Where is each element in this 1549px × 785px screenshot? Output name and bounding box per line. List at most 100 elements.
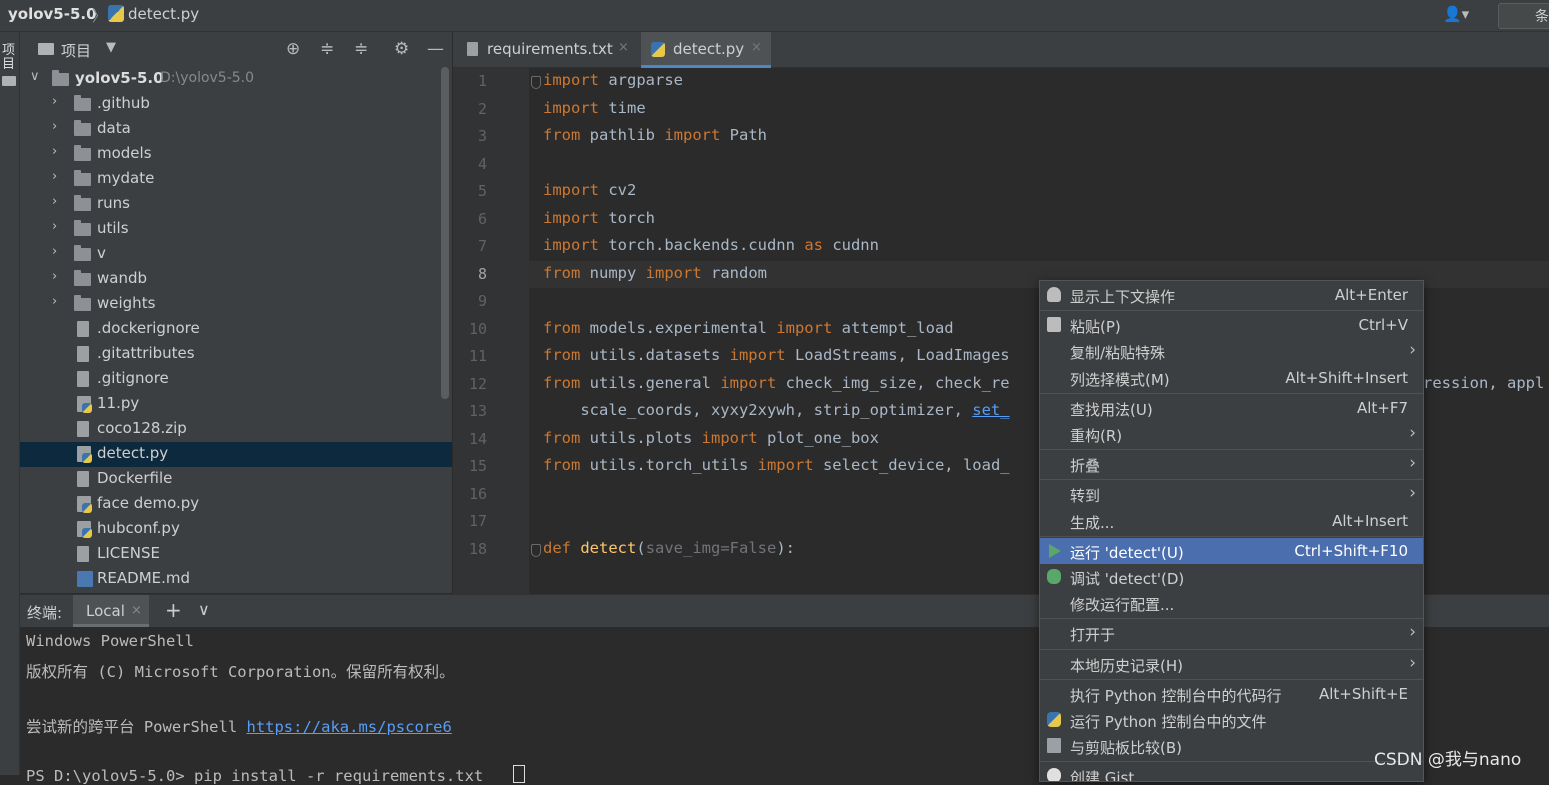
menu-item[interactable]: 重构(R) ›	[1040, 421, 1423, 447]
project-scrollbar[interactable]	[441, 67, 449, 399]
terminal-link[interactable]: https://aka.ms/pscore6	[246, 718, 451, 736]
tree-item[interactable]: ∨ yolov5-5.0 D:\yolov5-5.0	[20, 67, 452, 92]
menu-item[interactable]: 生成... Alt+Insert	[1040, 508, 1423, 534]
collapse-all-icon[interactable]: ≑	[354, 39, 368, 59]
locate-file-icon[interactable]: ⊕	[286, 39, 300, 59]
tree-item[interactable]: › wandb	[20, 267, 452, 292]
file-icon	[77, 546, 89, 562]
tree-item[interactable]: › data	[20, 117, 452, 142]
terminal-line: 尝试新的跨平台 PowerShell https://aka.ms/pscore…	[26, 715, 452, 737]
hide-panel-icon[interactable]: —	[427, 39, 444, 59]
chevron-right-icon[interactable]: ›	[52, 144, 57, 159]
tree-item[interactable]: LICENSE	[20, 542, 452, 567]
close-icon[interactable]: ×	[751, 40, 762, 55]
tree-item[interactable]: 11.py	[20, 392, 452, 417]
code-line: import torch.backends.cudnn as cudnn	[543, 236, 879, 254]
chevron-right-icon[interactable]: ›	[52, 244, 57, 259]
chevron-right-icon[interactable]: ›	[52, 294, 57, 309]
tree-item[interactable]: face demo.py	[20, 492, 452, 517]
tree-item[interactable]: Dockerfile	[20, 467, 452, 492]
terminal-prompt: PS D:\yolov5-5.0> pip install -r require…	[26, 767, 484, 785]
tree-item[interactable]: › weights	[20, 292, 452, 317]
tree-item-label: utils	[97, 219, 129, 237]
chevron-right-icon[interactable]: ›	[52, 94, 57, 109]
project-panel-title[interactable]: 项目	[61, 40, 91, 61]
chevron-right-icon[interactable]: ›	[52, 269, 57, 284]
menu-separator	[1040, 535, 1423, 537]
menu-item[interactable]: 复制/粘贴特殊 ›	[1040, 338, 1423, 364]
context-menu: 显示上下文操作 Alt+Enter 粘贴(P) Ctrl+V 复制/粘贴特殊 › 列选择模式…	[1039, 280, 1424, 782]
menu-item[interactable]: 修改运行配置...	[1040, 590, 1423, 616]
line-number: 9	[477, 292, 487, 310]
breadcrumb-project[interactable]: yolov5-5.0	[8, 5, 97, 23]
tab-detect[interactable]: detect.py ×	[641, 32, 771, 68]
tree-item[interactable]: .gitattributes	[20, 342, 452, 367]
tree-item[interactable]: › runs	[20, 192, 452, 217]
folder-icon	[74, 145, 91, 161]
close-icon[interactable]: ×	[618, 40, 629, 55]
user-menu-icon[interactable]: 👤▾	[1443, 5, 1469, 23]
terminal-line: Windows PowerShell	[26, 632, 194, 650]
tab-label: requirements.txt	[487, 40, 613, 58]
tool-window-strip: 项目	[0, 32, 20, 775]
menu-item[interactable]: 转到 ›	[1040, 481, 1423, 507]
line-number: 18	[468, 539, 487, 558]
code-line: from utils.general import check_img_size…	[543, 373, 1010, 392]
chevron-down-icon[interactable]: ∨	[30, 69, 40, 84]
menu-item[interactable]: 调试 'detect'(D)	[1040, 564, 1423, 590]
menu-item-label: 修改运行配置...	[1070, 596, 1175, 615]
tree-item[interactable]: .gitignore	[20, 367, 452, 392]
code-line: from models.experimental import attempt_…	[543, 318, 954, 337]
chevron-right-icon[interactable]: ›	[52, 119, 57, 134]
new-terminal-icon[interactable]: +	[165, 598, 182, 622]
tree-item[interactable]: README.md	[20, 567, 452, 592]
close-icon[interactable]: ×	[131, 603, 142, 618]
chevron-down-icon[interactable]: ∨	[198, 600, 210, 619]
fold-marker-icon[interactable]	[531, 76, 541, 89]
terminal-tab-local[interactable]: Local ×	[73, 595, 149, 627]
project-tool-button[interactable]: 项目	[2, 44, 17, 72]
menu-item-shortcut: Alt+Enter	[1334, 286, 1408, 304]
menu-item[interactable]: 显示上下文操作 Alt+Enter	[1040, 282, 1423, 308]
line-number: 10	[468, 319, 487, 338]
menu-item[interactable]: 创建 Gist...	[1040, 763, 1423, 781]
menu-item[interactable]: 查找用法(U) Alt+F7	[1040, 395, 1423, 421]
menu-item[interactable]: 运行 'detect'(U) Ctrl+Shift+F10	[1040, 537, 1423, 564]
menu-item-label: 执行 Python 控制台中的代码行	[1070, 686, 1282, 705]
code-line: from utils.torch_utils import select_dev…	[543, 456, 1010, 474]
menu-item-shortcut: Alt+Shift+Insert	[1285, 368, 1408, 387]
tab-requirements[interactable]: requirements.txt ×	[453, 32, 637, 66]
line-number: 17	[468, 512, 487, 530]
chevron-right-icon[interactable]: ›	[52, 219, 57, 234]
menu-item[interactable]: 执行 Python 控制台中的代码行 Alt+Shift+E	[1040, 681, 1423, 707]
tree-item[interactable]: › utils	[20, 217, 452, 242]
tree-item-label: 11.py	[97, 394, 140, 412]
line-number-gutter[interactable]: 1 2 3 4 5 6 7 8 9 10 11 12 13 14 15 16 17 18	[453, 68, 529, 594]
bulb-icon	[1047, 287, 1061, 302]
tree-item[interactable]: detect.py	[20, 442, 452, 467]
menu-item[interactable]: 本地历史记录(H) ›	[1040, 651, 1423, 677]
gear-icon[interactable]: ⚙	[394, 39, 409, 59]
chevron-down-icon[interactable]: ▼	[106, 40, 116, 55]
tree-item[interactable]: › models	[20, 142, 452, 167]
fold-marker-icon[interactable]	[531, 543, 541, 557]
menu-item[interactable]: 列选择模式(M) Alt+Shift+Insert	[1040, 365, 1423, 391]
line-number: 15	[468, 457, 487, 475]
tree-item[interactable]: › .github	[20, 92, 452, 117]
menu-item[interactable]: 折叠 ›	[1040, 451, 1423, 477]
chevron-right-icon[interactable]: ›	[52, 169, 57, 184]
tree-item[interactable]: hubconf.py	[20, 517, 452, 542]
tree-item[interactable]: › mydate	[20, 167, 452, 192]
menu-item[interactable]: 粘贴(P) Ctrl+V	[1040, 312, 1423, 338]
expand-all-icon[interactable]: ≑	[320, 39, 334, 59]
tree-item[interactable]: .dockerignore	[20, 317, 452, 342]
menu-item[interactable]: 与剪贴板比较(B)	[1040, 733, 1423, 759]
menu-item[interactable]: 运行 Python 控制台中的文件	[1040, 707, 1423, 733]
tree-item[interactable]: › v	[20, 242, 452, 267]
menu-item-label: 调试 'detect'(D)	[1070, 570, 1185, 588]
chevron-right-icon[interactable]: ›	[52, 194, 57, 209]
menu-item[interactable]: 打开于 ›	[1040, 620, 1423, 646]
breadcrumb-file[interactable]: detect.py	[128, 5, 199, 23]
python-file-icon	[77, 396, 92, 413]
tree-item[interactable]: coco128.zip	[20, 417, 452, 442]
